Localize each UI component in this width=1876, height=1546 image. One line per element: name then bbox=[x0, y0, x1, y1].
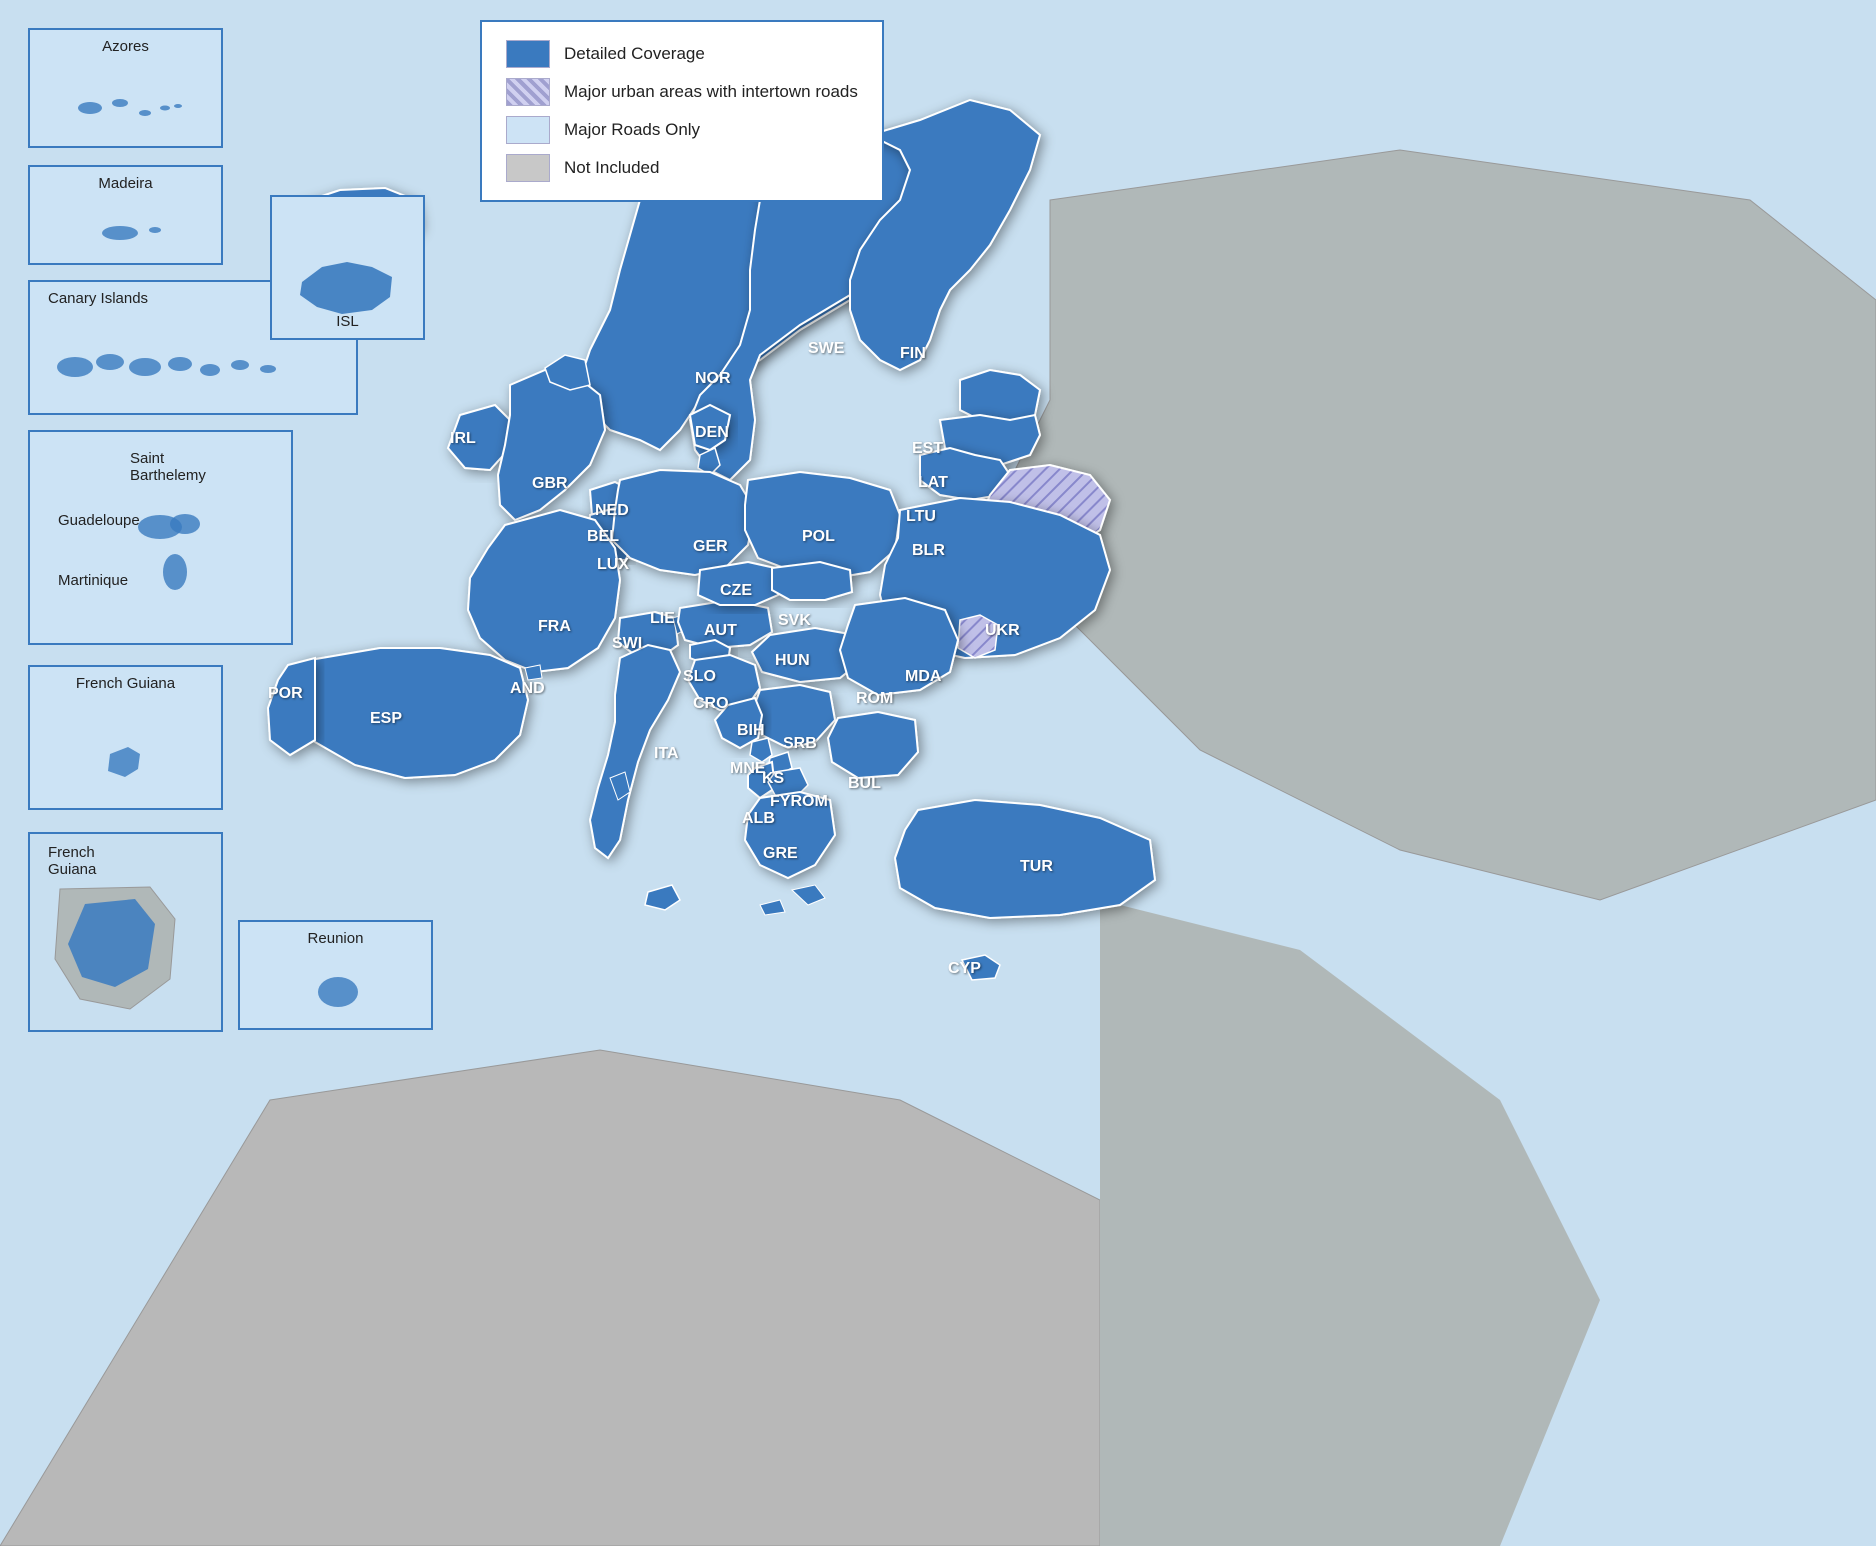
inset-label-guadeloupe: Guadeloupe bbox=[58, 512, 140, 529]
inset-saint-barthelemy: SaintBarthelemy Guadeloupe Martinique bbox=[28, 430, 293, 645]
inset-label-azores: Azores bbox=[102, 38, 149, 55]
inset-azores: Azores bbox=[28, 28, 223, 148]
inset-label-martinique: Martinique bbox=[58, 572, 128, 589]
inset-label-canary-islands: Canary Islands bbox=[48, 290, 148, 307]
inset-mayotte: French Guiana bbox=[28, 665, 223, 810]
legend-swatch-major-urban bbox=[506, 78, 550, 106]
legend-swatch-major-roads bbox=[506, 116, 550, 144]
inset-label-isl: ISL bbox=[336, 313, 359, 330]
legend-swatch-not-included bbox=[506, 154, 550, 182]
legend-label-major-roads: Major Roads Only bbox=[564, 119, 700, 141]
inset-madeira: Madeira bbox=[28, 165, 223, 265]
inset-iceland: ISL bbox=[270, 195, 425, 340]
legend-label-detailed: Detailed Coverage bbox=[564, 43, 705, 65]
legend-label-not-included: Not Included bbox=[564, 157, 659, 179]
inset-french-guiana: FrenchGuiana bbox=[28, 832, 223, 1032]
map-container: Detailed Coverage Major urban areas with… bbox=[0, 0, 1876, 1546]
inset-label-madeira: Madeira bbox=[98, 175, 152, 192]
inset-label-reunion: Reunion bbox=[308, 930, 364, 947]
legend-item-detailed: Detailed Coverage bbox=[506, 40, 858, 68]
inset-reunion: Reunion bbox=[238, 920, 433, 1030]
legend-swatch-detailed bbox=[506, 40, 550, 68]
legend: Detailed Coverage Major urban areas with… bbox=[480, 20, 884, 202]
legend-item-major-roads: Major Roads Only bbox=[506, 116, 858, 144]
legend-label-major-urban: Major urban areas with intertown roads bbox=[564, 81, 858, 103]
inset-label-mayotte: French Guiana bbox=[76, 675, 175, 692]
legend-item-major-urban: Major urban areas with intertown roads bbox=[506, 78, 858, 106]
legend-item-not-included: Not Included bbox=[506, 154, 858, 182]
